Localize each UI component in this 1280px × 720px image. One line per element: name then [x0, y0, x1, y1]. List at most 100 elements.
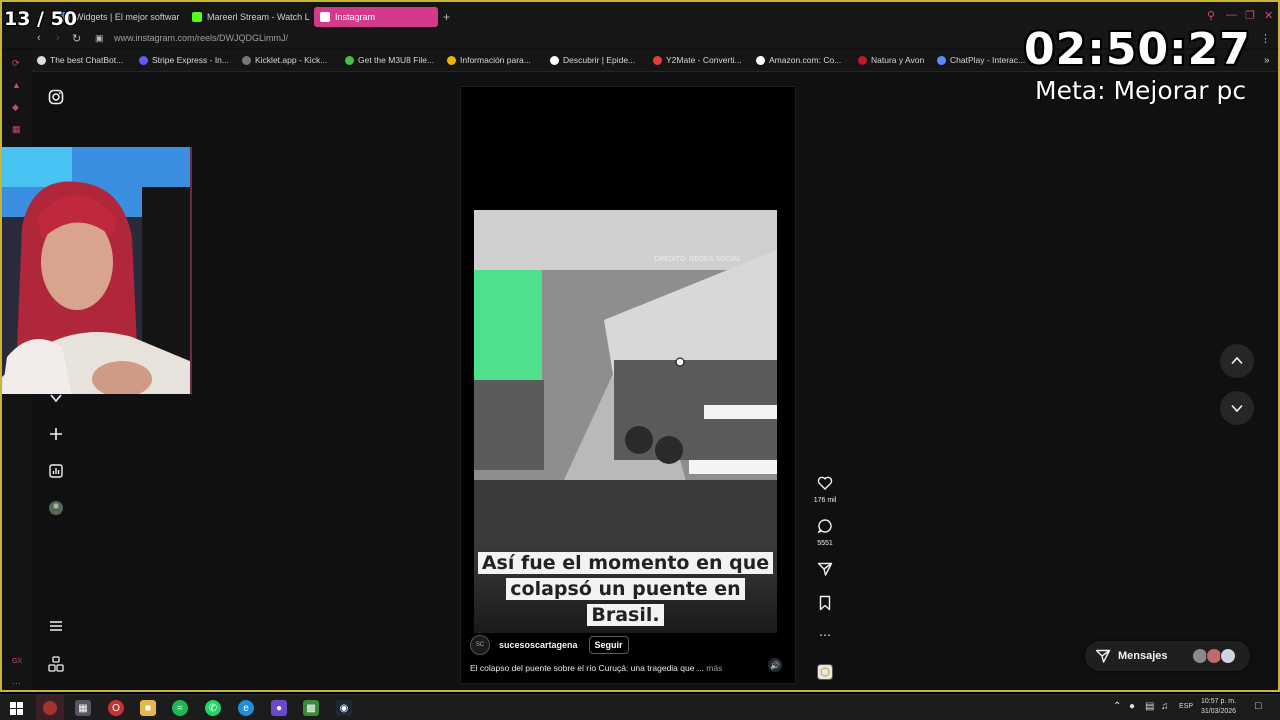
opera-gx-icon[interactable]: O: [108, 700, 124, 716]
bookmark-item[interactable]: ChatPlay - Interac...: [937, 55, 1025, 65]
pinned-app-icon[interactable]: ▦: [12, 124, 21, 135]
comment-button[interactable]: 5551: [812, 518, 838, 547]
bookmarks-overflow-icon[interactable]: »: [1264, 55, 1270, 66]
bookmark-label: Información para...: [460, 55, 531, 65]
more-options-icon[interactable]: ⋯: [812, 628, 838, 642]
notification-icon[interactable]: □: [1255, 700, 1262, 712]
bookmark-label: Kicklet.app - Kick...: [255, 55, 328, 65]
forward-icon[interactable]: ›: [56, 32, 60, 44]
like-button[interactable]: 176 mil: [812, 475, 838, 504]
chevron-down-icon: [1231, 404, 1243, 413]
pinned-app-icon[interactable]: GX: [12, 658, 22, 665]
menu-icon[interactable]: [46, 616, 66, 636]
taskbar: ▦ O ■ ≈ ✆ e ● ▩ ◉ ⌃ ● ▤ ♫ ESP 10:57 p. m…: [0, 694, 1280, 720]
bookmark-item[interactable]: Y2Mate - Converti...: [653, 55, 742, 65]
clock-time: 10:57 p. m.: [1201, 698, 1237, 705]
description-text: El colapso del puente sobre el río Curuç…: [470, 663, 704, 673]
chevron-up-icon: [1231, 356, 1243, 365]
back-icon[interactable]: ‹: [37, 32, 41, 44]
bookmark-label: The best ChatBot...: [50, 55, 124, 65]
discord-icon[interactable]: ●: [271, 700, 287, 716]
apps-icon[interactable]: [46, 654, 66, 674]
video-caption-overlay: Así fue el momento en que colapsó un pue…: [474, 545, 777, 633]
steam-icon[interactable]: ◉: [336, 700, 352, 716]
chevron-up-icon[interactable]: ⌃: [1113, 701, 1121, 712]
minecraft-icon[interactable]: ▩: [303, 700, 319, 716]
lock-icon[interactable]: ▣: [95, 33, 104, 44]
history-icon[interactable]: ⟳: [12, 58, 20, 69]
extension-icon[interactable]: ▲: [12, 80, 21, 90]
kick-tab-icon: [192, 12, 202, 22]
bookmark-item[interactable]: Kicklet.app - Kick...: [242, 55, 327, 65]
instagram-logo-icon[interactable]: [46, 87, 66, 107]
network-icon[interactable]: ▤: [1145, 701, 1154, 712]
whatsapp-icon[interactable]: ✆: [205, 700, 221, 716]
profile-avatar[interactable]: [46, 498, 66, 518]
share-button[interactable]: [812, 561, 838, 582]
bookmark-icon: [756, 55, 765, 65]
restore-icon[interactable]: ❐: [1245, 9, 1255, 22]
bookmark-label: ChatPlay - Interac...: [950, 55, 1026, 65]
bookmark-item[interactable]: Amazon.com: Co...: [756, 55, 841, 65]
bookmark-item[interactable]: Stripe Express - In...: [139, 55, 229, 65]
previous-reel-button[interactable]: [1220, 344, 1254, 378]
author-avatar[interactable]: SC: [470, 635, 490, 655]
bookmark-item[interactable]: The best ChatBot...: [37, 55, 123, 65]
bookmark-item[interactable]: Información para...: [447, 55, 531, 65]
language-indicator[interactable]: ESP: [1179, 703, 1193, 710]
bookmark-label: Get the M3U8 File...: [358, 55, 435, 65]
sound-icon[interactable]: 🔊: [768, 658, 782, 672]
browser-window: Widgets | El mejor softwar Mareerl Strea…: [0, 0, 1280, 692]
create-icon[interactable]: [46, 424, 66, 444]
heart-icon: [817, 476, 833, 490]
clock-date: 31/03/2026: [1201, 708, 1237, 715]
reel-video[interactable]: CRÉDITO: REDES SOCIAL: [474, 210, 777, 545]
spotify-icon[interactable]: ≈: [172, 700, 188, 716]
bookmark-item[interactable]: Descubrir | Epide...: [550, 55, 635, 65]
next-reel-button[interactable]: [1220, 391, 1254, 425]
bookmark-item[interactable]: Natura y Avon: [858, 55, 924, 65]
microphone-icon[interactable]: ●: [1129, 701, 1135, 712]
follow-button[interactable]: Seguir: [588, 636, 629, 654]
comment-icon: [817, 519, 832, 534]
video-caption: Así fue el momento en que colapsó un pue…: [477, 550, 774, 628]
bookmark-icon: [937, 55, 946, 65]
author-name[interactable]: sucesoscartagena: [499, 640, 578, 650]
clock[interactable]: 10:57 p. m. 31/03/2026: [1201, 697, 1236, 717]
video-letterbox: [474, 108, 776, 210]
tab-instagram[interactable]: Instagram: [314, 7, 438, 27]
bookmark-icon: [242, 55, 251, 65]
url-field[interactable]: www.instagram.com/reels/DWJQDGLimmJ/: [114, 33, 288, 43]
video-watermark: CRÉDITO: REDES SOCIAL: [654, 254, 741, 263]
bookmark-icon: [819, 595, 831, 611]
file-explorer-icon[interactable]: ■: [140, 700, 156, 716]
tab-kick-stream[interactable]: Mareerl Stream - Watch L: [186, 7, 310, 27]
video-caption-text: Así fue el momento en que colapsó un pue…: [477, 552, 774, 626]
search-tabs-icon[interactable]: ⚲: [1207, 9, 1215, 22]
minimize-icon[interactable]: —: [1226, 9, 1237, 21]
bookmark-label: Y2Mate - Converti...: [666, 55, 742, 65]
tab-label: Instagram: [335, 12, 376, 22]
windows-start-icon[interactable]: [8, 700, 24, 716]
pinned-app-icon[interactable]: ◆: [12, 102, 19, 113]
task-view-icon[interactable]: ▦: [75, 700, 91, 716]
bookmark-label: Descubrir | Epide...: [563, 55, 636, 65]
messages-button[interactable]: Mensajes: [1085, 641, 1250, 671]
new-tab-button[interactable]: +: [443, 10, 450, 24]
close-window-icon[interactable]: ✕: [1264, 9, 1273, 22]
more-icon[interactable]: ⋯: [12, 678, 21, 689]
mouse-cursor-icon: [675, 357, 685, 367]
reel-description[interactable]: El colapso del puente sobre el río Curuç…: [470, 663, 722, 673]
edge-icon[interactable]: e: [238, 700, 254, 716]
bookmark-icon: [37, 55, 46, 65]
browser-menu-icon[interactable]: ⋮: [1260, 32, 1271, 45]
taskbar-app-active[interactable]: [36, 695, 64, 720]
dashboard-icon[interactable]: [46, 461, 66, 481]
save-button[interactable]: [812, 595, 838, 616]
reload-icon[interactable]: ↻: [72, 32, 81, 45]
tab-label: Widgets | El mejor softwar: [75, 12, 180, 22]
audio-thumbnail[interactable]: [812, 664, 838, 685]
bookmark-item[interactable]: Get the M3U8 File...: [345, 55, 434, 65]
volume-icon[interactable]: ♫: [1161, 701, 1169, 712]
more-link[interactable]: más: [706, 663, 722, 673]
